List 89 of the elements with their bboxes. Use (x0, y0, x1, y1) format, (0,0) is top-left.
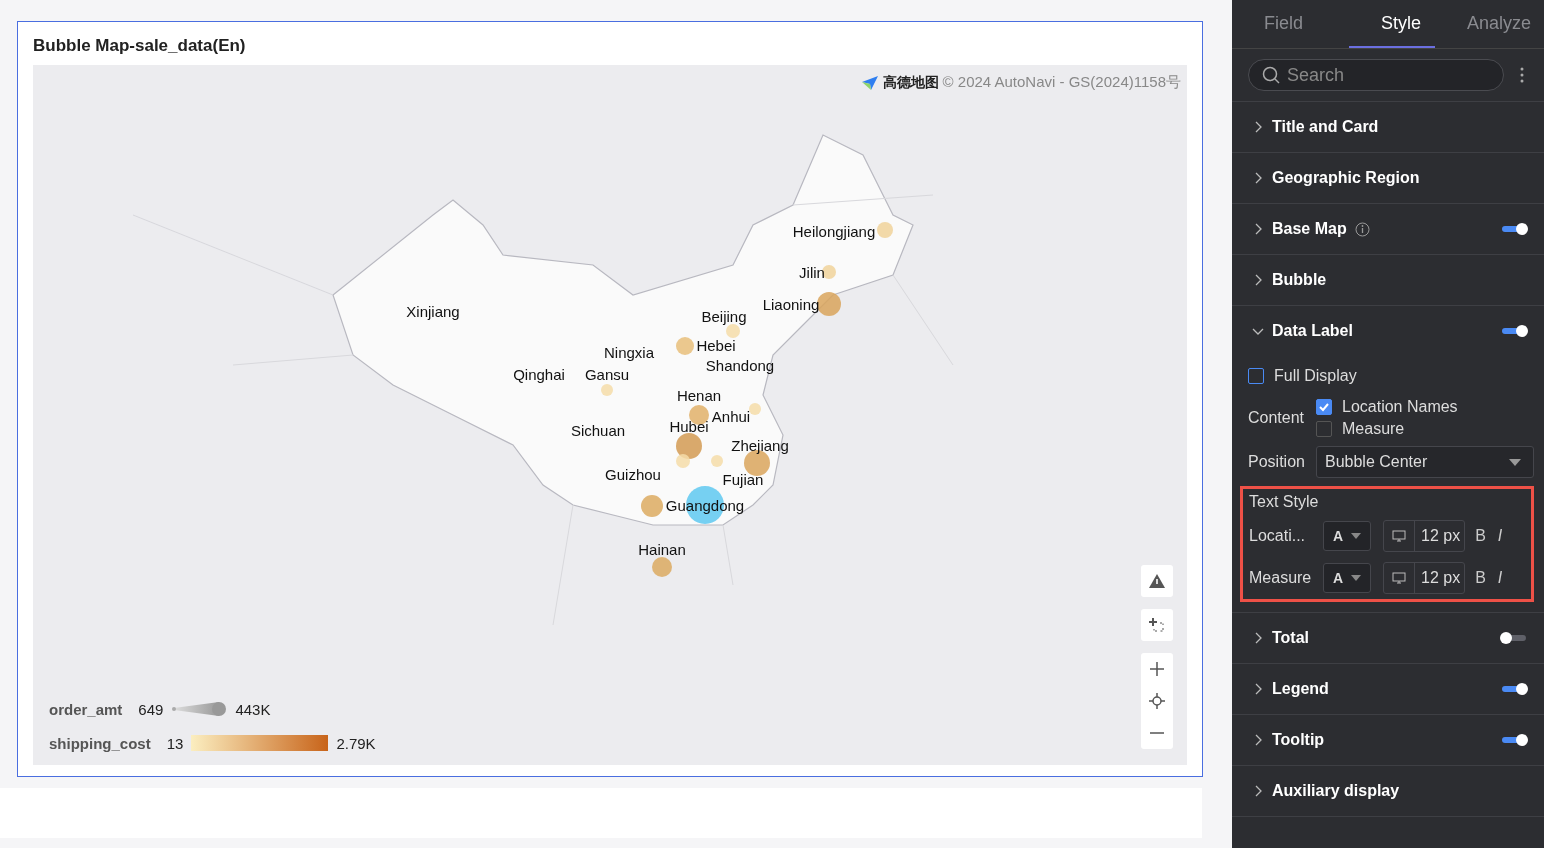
region-label: Guizhou (605, 465, 661, 483)
region-label: Beijing (701, 307, 747, 325)
option-label: Full Display (1274, 367, 1357, 385)
bold-button[interactable]: B (1473, 569, 1488, 587)
warning-button[interactable] (1141, 565, 1173, 597)
section-header[interactable]: Bubble (1232, 255, 1544, 305)
section-title: Data Label (1272, 322, 1353, 340)
section-header[interactable]: Tooltip (1232, 715, 1544, 765)
warning-icon (1149, 574, 1165, 588)
dropdown-value: Bubble Center (1325, 453, 1428, 471)
section-title: Auxiliary display (1272, 782, 1400, 800)
toggle-switch[interactable] (1502, 226, 1526, 232)
toggle-switch[interactable] (1502, 686, 1526, 692)
plus-icon (1149, 661, 1165, 677)
section-title: Legend (1272, 680, 1329, 698)
box-select-button[interactable] (1141, 609, 1173, 641)
region-label: Gansu (584, 365, 630, 383)
position-dropdown[interactable]: Bubble Center (1316, 446, 1534, 478)
font-color-button[interactable]: A (1323, 563, 1371, 593)
italic-button[interactable]: I (1495, 569, 1505, 587)
option-label: Location Names (1342, 398, 1458, 416)
region-label: Heilongjiang (792, 222, 876, 240)
region-label: Anhui (711, 407, 751, 425)
map-brand: 高德地图 (882, 73, 939, 92)
field-label: Measure (1249, 569, 1313, 587)
search-icon (1262, 66, 1280, 84)
section-title: Base Map (1272, 220, 1347, 238)
field-label: Locati... (1249, 527, 1307, 545)
more-icon[interactable] (1520, 67, 1524, 83)
legend-max: 2.79K (336, 734, 376, 752)
region-label: Hebei (696, 336, 736, 354)
section-title: Title and Card (1272, 118, 1379, 136)
section-header[interactable]: Auxiliary display (1232, 766, 1544, 816)
legend-field: order_amt (49, 700, 123, 718)
option-label: Measure (1342, 420, 1405, 438)
section-header[interactable]: Base Map (1232, 204, 1544, 254)
legend-min: 13 (166, 734, 184, 752)
panel-tab[interactable]: Style (1348, 0, 1435, 48)
section-header[interactable]: Title and Card (1232, 102, 1544, 152)
font-color-button[interactable]: A (1323, 521, 1371, 551)
checkbox[interactable] (1248, 368, 1264, 384)
field-label: Position (1248, 453, 1306, 471)
legend-field: shipping_cost (49, 734, 151, 752)
minus-icon (1150, 732, 1164, 734)
section-header[interactable]: Total (1232, 613, 1544, 663)
legend-max: 443K (235, 700, 271, 718)
section-header[interactable]: Geographic Region (1232, 153, 1544, 203)
italic-button[interactable]: I (1495, 527, 1505, 545)
crosshair-icon (1149, 693, 1165, 709)
font-size-field[interactable]: 12 px (1383, 520, 1466, 552)
copyright-text: © 2024 AutoNavi - GS(2024)1158号 (942, 73, 1181, 92)
region-label: Qinghai (513, 365, 565, 383)
group-title: Text Style (1249, 493, 1320, 511)
bold-button[interactable]: B (1473, 527, 1488, 545)
section-title: Tooltip (1272, 731, 1325, 749)
legend-min: 649 (138, 700, 164, 718)
checkbox[interactable] (1316, 421, 1332, 437)
section-header[interactable]: Legend (1232, 664, 1544, 714)
toggle-switch[interactable] (1502, 737, 1526, 743)
region-label: Sichuan (570, 421, 626, 439)
region-label: Shandong (705, 356, 775, 374)
toggle-switch[interactable] (1502, 635, 1526, 641)
section-title: Bubble (1272, 271, 1327, 289)
box-select-icon (1149, 617, 1165, 633)
panel-tab[interactable]: Field (1232, 0, 1317, 48)
region-label: Hainan (638, 540, 686, 558)
section-title: Geographic Region (1272, 169, 1420, 187)
region-label: Xinjiang (406, 302, 460, 320)
checkbox[interactable] (1316, 399, 1332, 415)
region-label: Jilin (799, 263, 825, 281)
section-title: Total (1272, 629, 1310, 647)
field-label: Content (1248, 409, 1306, 427)
panel-tab[interactable]: Analyze (1466, 0, 1544, 48)
region-label: Zhejiang (731, 436, 789, 454)
paper-plane-icon (860, 74, 879, 91)
region-label: Hubei (669, 417, 709, 435)
search-field[interactable]: Search (1248, 59, 1504, 91)
caret-icon (1509, 458, 1521, 466)
size-scale-icon (171, 701, 228, 717)
font-size-field[interactable]: 12 px (1383, 562, 1466, 594)
caret-icon (1351, 575, 1362, 581)
region-label: Henan (676, 386, 722, 404)
region-label: Fujian (722, 470, 764, 488)
region-label: Ningxia (604, 343, 654, 361)
caret-icon (1351, 533, 1362, 539)
chart-title: Bubble Map-sale_data(En) (33, 35, 247, 57)
section-header[interactable]: Data Label (1232, 306, 1544, 356)
map-bubble[interactable] (822, 265, 836, 279)
toggle-switch[interactable] (1502, 328, 1526, 334)
